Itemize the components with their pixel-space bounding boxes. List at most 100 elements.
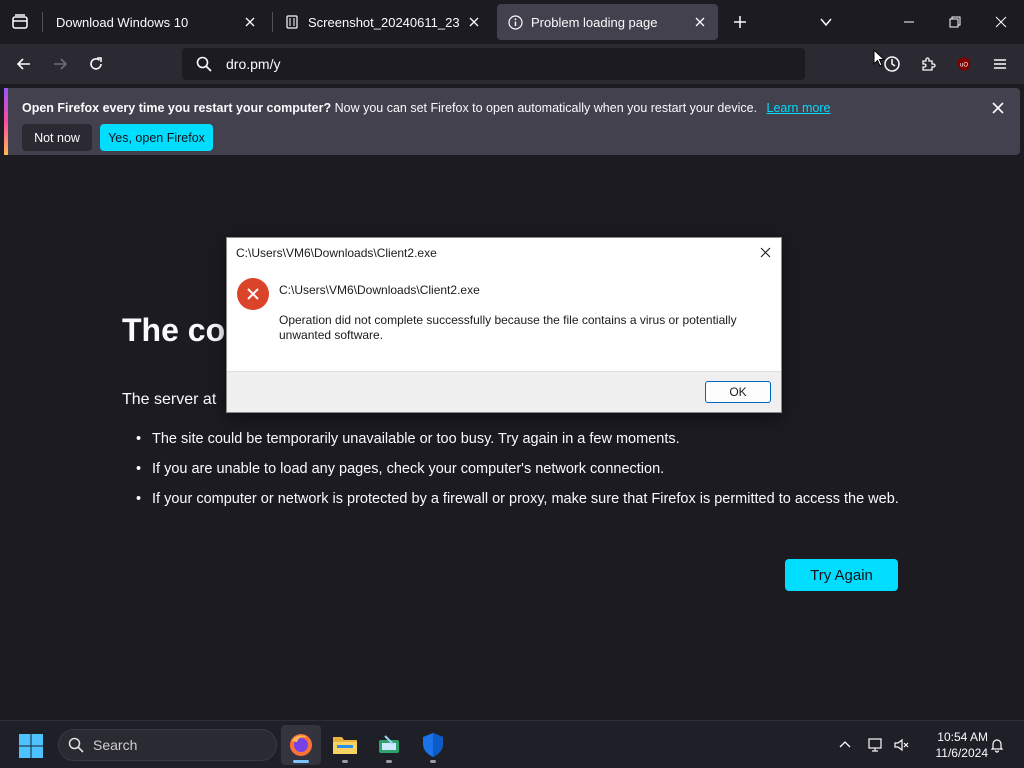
search-placeholder: Search	[93, 737, 138, 753]
tab-screenshot[interactable]: Screenshot_20240611_232027.p	[274, 4, 492, 40]
restore-button[interactable]	[932, 0, 978, 44]
image-file-icon	[284, 14, 300, 30]
tab-label: Screenshot_20240611_232027.p	[308, 14, 460, 30]
arrow-left-icon	[16, 58, 30, 70]
yes-open-firefox-button[interactable]: Yes, open Firefox	[100, 124, 213, 151]
search-icon	[59, 737, 93, 753]
search-icon	[182, 56, 226, 72]
firefox-view-button[interactable]	[0, 0, 40, 44]
ublock-origin-icon: uO	[958, 57, 970, 71]
navigation-toolbar: dro.pm/y uO	[0, 44, 1024, 84]
not-now-button[interactable]: Not now	[22, 124, 92, 151]
running-indicator	[293, 760, 309, 763]
tab-separator	[272, 12, 273, 32]
taskbar-firefox[interactable]	[281, 725, 321, 765]
clock-time: 10:54 AM	[937, 730, 988, 744]
reload-button[interactable]	[82, 50, 110, 78]
error-suggestions: The site could be temporarily unavailabl…	[136, 429, 906, 519]
running-indicator	[386, 760, 392, 763]
hamburger-menu-icon	[994, 59, 1006, 69]
taskbar-file-explorer[interactable]	[325, 725, 365, 765]
try-again-button[interactable]: Try Again	[785, 559, 898, 591]
tab-close-icon[interactable]	[242, 14, 258, 30]
forward-button[interactable]	[46, 50, 74, 78]
dialog-title: C:\Users\VM6\Downloads\Client2.exe	[236, 245, 437, 260]
list-all-tabs-button[interactable]	[812, 8, 840, 36]
notification-message: Open Firefox every time you restart your…	[22, 101, 830, 115]
firefox-view-icon	[12, 14, 28, 29]
chevron-up-icon	[839, 741, 851, 748]
notification-close-button[interactable]	[988, 98, 1008, 118]
notifications-button[interactable]	[985, 731, 1009, 759]
chevron-down-icon	[820, 18, 832, 27]
network-tray-button[interactable]	[864, 731, 888, 759]
tab-close-icon[interactable]	[466, 14, 482, 30]
mouse-cursor-icon	[873, 49, 885, 67]
tab-strip: Download Windows 10 Screenshot_20240611_…	[0, 0, 1024, 44]
dialog-titlebar: C:\Users\VM6\Downloads\Client2.exe	[227, 238, 781, 267]
close-icon	[760, 247, 770, 257]
close-icon	[995, 16, 1007, 28]
bell-icon	[990, 739, 1004, 753]
downloads-progress-icon	[884, 56, 900, 72]
url-bar[interactable]: dro.pm/y	[182, 48, 805, 80]
taskbar-search-box[interactable]: Search	[58, 729, 277, 761]
restore-icon	[949, 16, 961, 28]
extensions-button[interactable]	[914, 50, 942, 78]
close-window-button[interactable]	[978, 0, 1024, 44]
speaker-muted-icon	[894, 738, 909, 752]
list-item: The site could be temporarily unavailabl…	[136, 429, 906, 449]
clock-date: 11/6/2024	[935, 746, 989, 760]
reload-icon	[90, 57, 102, 70]
learn-more-link[interactable]: Learn more	[767, 101, 831, 115]
tab-label: Problem loading page	[531, 14, 658, 30]
minimize-button[interactable]	[886, 0, 932, 44]
show-hidden-icons-button[interactable]	[833, 731, 857, 759]
tab-label: Download Windows 10	[56, 14, 189, 30]
error-dialog: C:\Users\VM6\Downloads\Client2.exe C:\Us…	[226, 237, 782, 413]
back-button[interactable]	[10, 50, 38, 78]
dialog-file-path: C:\Users\VM6\Downloads\Client2.exe	[279, 283, 480, 297]
ublock-button[interactable]: uO	[950, 50, 978, 78]
list-item: If you are unable to load any pages, che…	[136, 459, 906, 479]
taskbar: Search 10:54 AM 11/6/2024	[0, 720, 1024, 768]
dialog-footer: OK	[227, 371, 781, 412]
dialog-close-button[interactable]	[755, 242, 775, 262]
tab-problem-loading[interactable]: Problem loading page	[497, 4, 718, 40]
info-icon	[507, 14, 523, 30]
tab-close-icon[interactable]	[692, 14, 708, 30]
minimize-icon	[904, 21, 914, 23]
firefox-icon	[290, 734, 312, 756]
windows-logo-icon	[19, 734, 43, 758]
screen-capture-icon	[379, 735, 399, 753]
dialog-message: Operation did not complete successfully …	[279, 313, 737, 342]
running-indicator	[342, 760, 348, 763]
error-icon	[237, 278, 269, 310]
svg-text:uO: uO	[960, 63, 968, 69]
new-tab-button[interactable]	[726, 8, 754, 36]
folder-icon	[333, 737, 357, 754]
notification-bold-text: Open Firefox every time you restart your…	[22, 101, 332, 115]
plus-icon	[734, 16, 746, 28]
ok-button[interactable]: OK	[705, 381, 771, 403]
taskbar-windows-security[interactable]	[413, 725, 453, 765]
running-indicator	[430, 760, 436, 763]
tab-separator	[42, 12, 43, 32]
app-menu-button[interactable]	[986, 50, 1014, 78]
volume-tray-button[interactable]	[890, 731, 914, 759]
close-icon	[992, 102, 1004, 114]
url-text: dro.pm/y	[226, 56, 281, 72]
shield-icon	[423, 733, 443, 757]
taskbar-screen-tool[interactable]	[369, 725, 409, 765]
start-button[interactable]	[18, 733, 44, 759]
default-browser-notification: Open Firefox every time you restart your…	[4, 88, 1020, 155]
notification-text: Now you can set Firefox to open automati…	[334, 101, 758, 115]
puzzle-icon	[922, 57, 936, 71]
arrow-right-icon	[54, 58, 68, 70]
network-monitor-icon	[868, 738, 882, 752]
error-description: The server at	[122, 391, 217, 408]
system-clock[interactable]: 10:54 AM 11/6/2024	[920, 729, 989, 761]
list-item: If your computer or network is protected…	[136, 489, 906, 509]
tab-download-windows[interactable]: Download Windows 10	[46, 4, 268, 40]
error-title: The co	[122, 312, 226, 348]
